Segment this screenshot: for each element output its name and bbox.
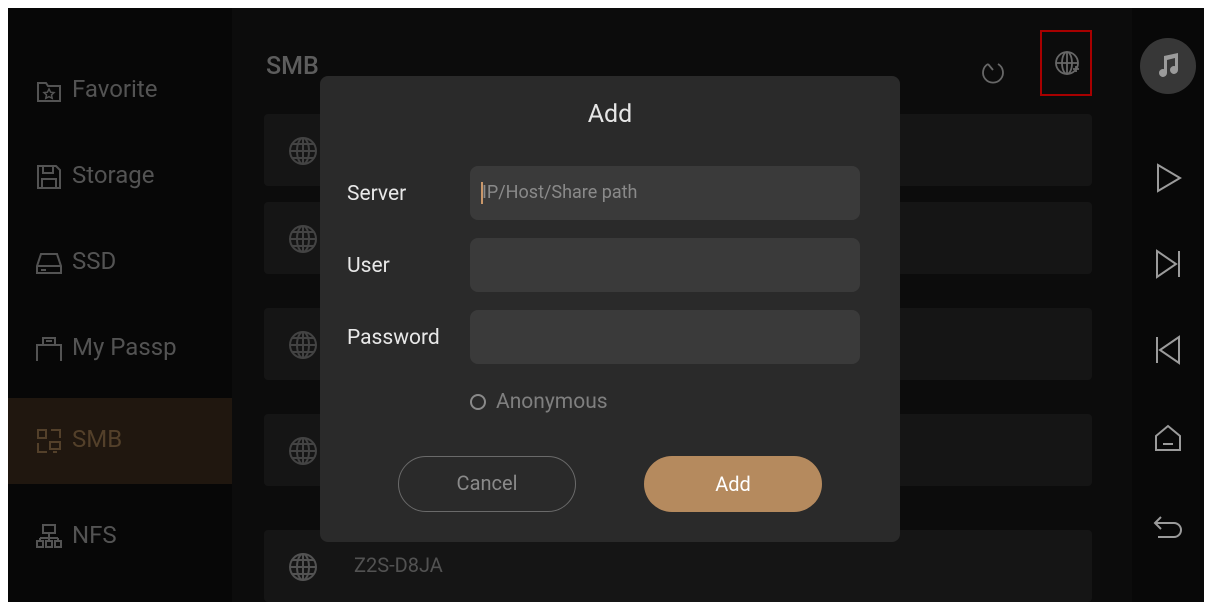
add-button[interactable]: Add xyxy=(644,456,822,512)
anonymous-option[interactable]: Anonymous xyxy=(470,390,608,414)
server-placeholder: IP/Host/Share path xyxy=(482,182,638,203)
server-input[interactable]: IP/Host/Share path xyxy=(470,166,860,220)
password-label: Password xyxy=(347,326,440,350)
user-input[interactable] xyxy=(470,238,860,292)
text-caret xyxy=(481,182,483,204)
screen: Favorite Storage SSD My Passp SMB NFS SM… xyxy=(8,8,1204,602)
cancel-button[interactable]: Cancel xyxy=(398,456,576,512)
server-label: Server xyxy=(347,182,407,206)
add-server-dialog: Add Server IP/Host/Share path User Passw… xyxy=(320,76,900,542)
password-input[interactable] xyxy=(470,310,860,364)
anonymous-radio[interactable] xyxy=(470,394,486,410)
dialog-title: Add xyxy=(587,100,633,129)
user-label: User xyxy=(347,254,390,278)
anonymous-label: Anonymous xyxy=(496,390,608,414)
